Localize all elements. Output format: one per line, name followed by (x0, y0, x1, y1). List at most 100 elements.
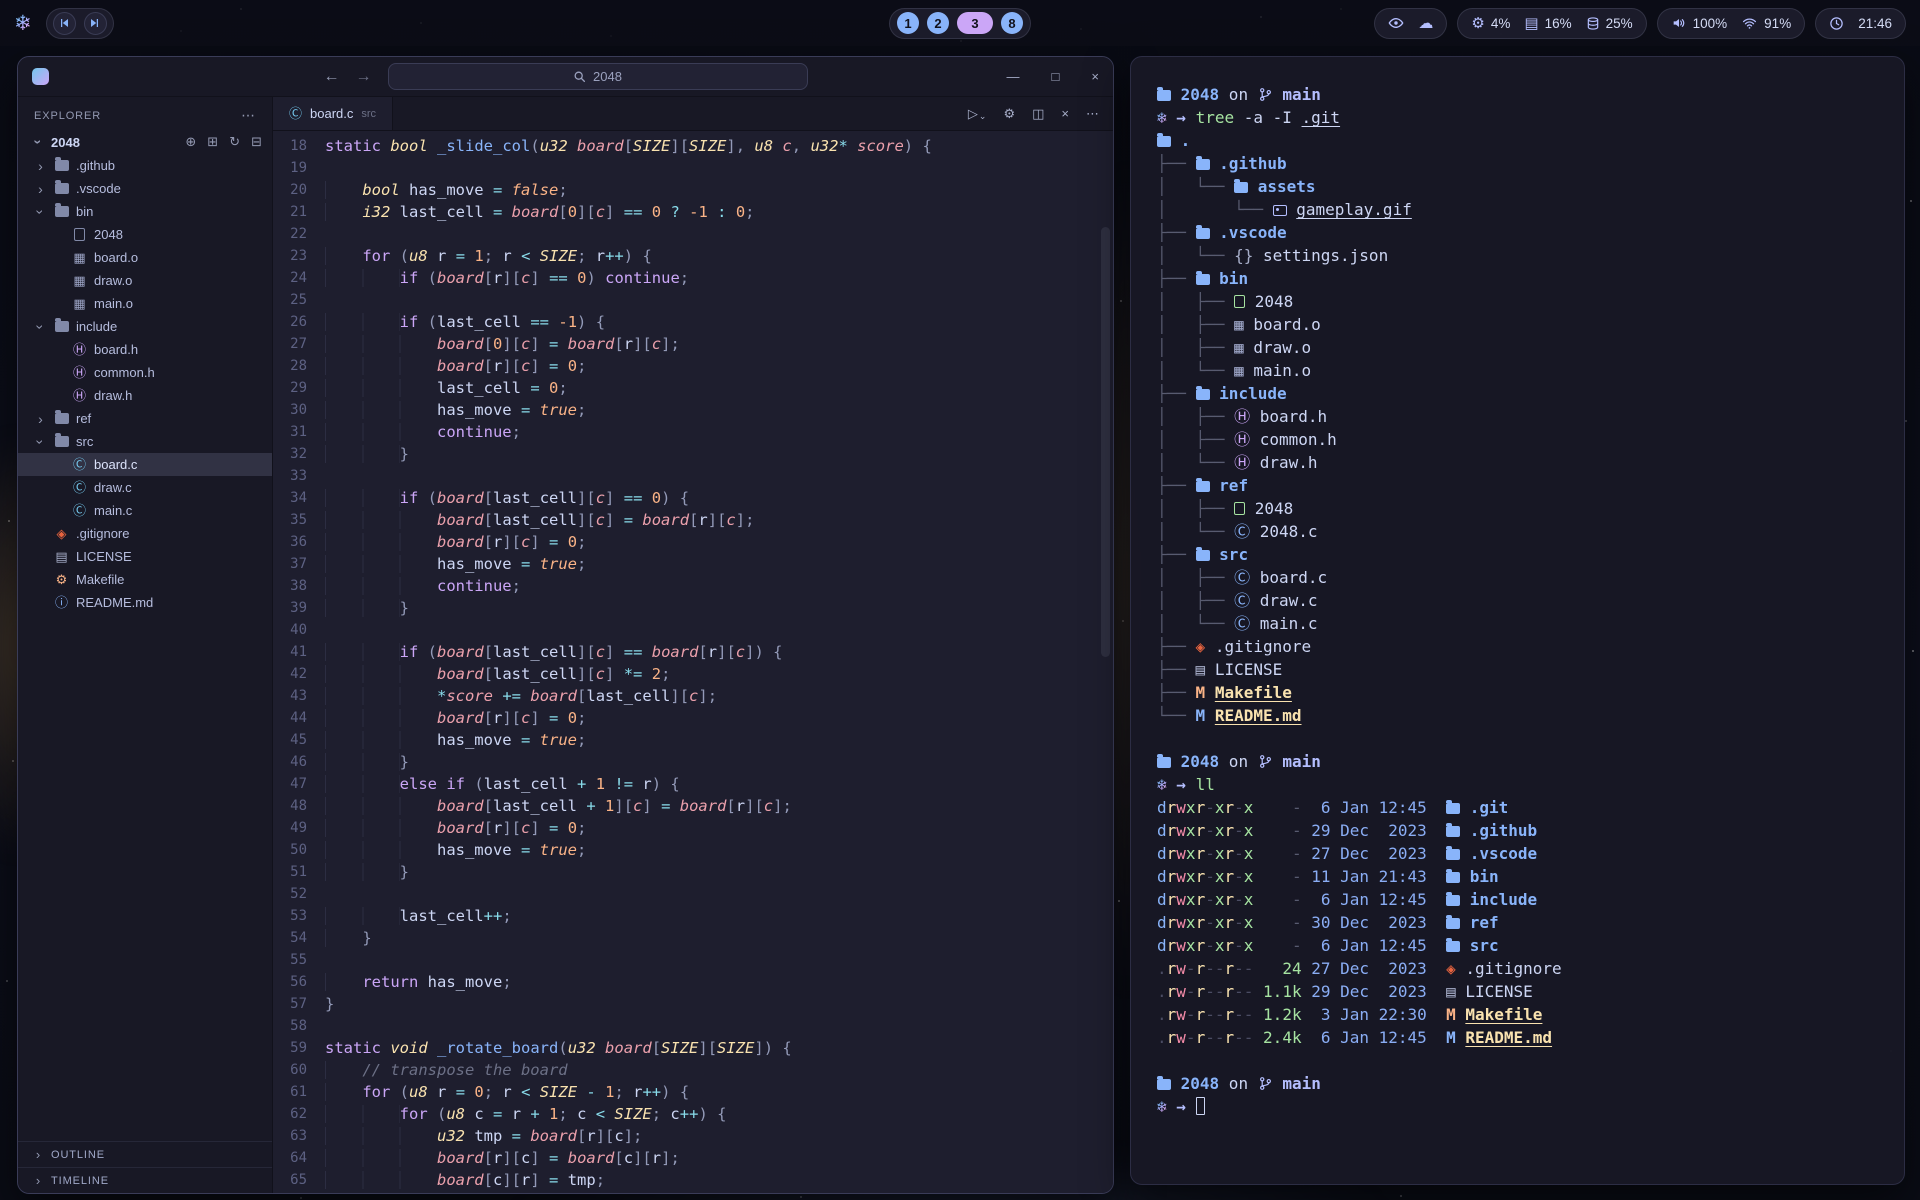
code-line[interactable]: 55 (273, 949, 1113, 971)
code-line[interactable]: 25 (273, 289, 1113, 311)
workspace-button-3[interactable]: 3 (957, 12, 993, 34)
code-line[interactable]: 42 board[last_cell][c] *= 2; (273, 663, 1113, 685)
code-line[interactable]: 41 if (board[last_cell][c] == board[r][c… (273, 641, 1113, 663)
code-line[interactable]: 57} (273, 993, 1113, 1015)
nav-back-icon[interactable]: ← (324, 68, 340, 86)
code-line[interactable]: 39 } (273, 597, 1113, 619)
code-line[interactable]: 23 for (u8 r = 1; r < SIZE; r++) { (273, 245, 1113, 267)
code-line[interactable]: 28 board[r][c] = 0; (273, 355, 1113, 377)
workspace-button-1[interactable]: 1 (897, 12, 919, 34)
explorer-item-main.c[interactable]: ›Ⓒmain.c (18, 499, 272, 522)
code-line[interactable]: 58 (273, 1015, 1113, 1037)
volume-stat[interactable]: 100% (1671, 15, 1728, 31)
code-line[interactable]: 62 for (u8 c = r + 1; c < SIZE; c++) { (273, 1103, 1113, 1125)
explorer-more-icon[interactable]: ⋯ (241, 107, 256, 124)
maximize-button[interactable]: □ (1052, 69, 1060, 84)
skip-forward-button[interactable] (84, 12, 107, 35)
code-line[interactable]: 54 } (273, 927, 1113, 949)
explorer-item-include[interactable]: ›include (18, 315, 272, 338)
code-line[interactable]: 50 has_move = true; (273, 839, 1113, 861)
code-line[interactable]: 24 if (board[r][c] == 0) continue; (273, 267, 1113, 289)
settings-icon[interactable]: ⚙ (1003, 106, 1015, 122)
refresh-button[interactable]: ↻ (229, 134, 240, 150)
clock-widget[interactable]: 21:46 (1815, 8, 1906, 39)
explorer-item-board.h[interactable]: ›Ⓗboard.h (18, 338, 272, 361)
code-line[interactable]: 53 last_cell++; (273, 905, 1113, 927)
terminal-window[interactable]: 2048 on main❄ → tree -a -I .git .├── .gi… (1130, 56, 1905, 1185)
app-logo-icon[interactable] (32, 68, 49, 85)
explorer-item-draw.c[interactable]: ›Ⓒdraw.c (18, 476, 272, 499)
outline-section[interactable]: › OUTLINE (18, 1141, 272, 1167)
explorer-root-folder[interactable]: › 2048 ⊕ ⊞ ↻ ⊟ (18, 130, 272, 154)
code-line[interactable]: 27 board[0][c] = board[r][c]; (273, 333, 1113, 355)
timeline-section[interactable]: › TIMELINE (18, 1167, 272, 1193)
eye-icon[interactable] (1388, 15, 1404, 31)
code-line[interactable]: 33 (273, 465, 1113, 487)
skip-back-button[interactable] (53, 12, 76, 35)
nixos-logo-icon[interactable]: ❄ (14, 13, 32, 34)
explorer-item-src[interactable]: ›src (18, 430, 272, 453)
code-area[interactable]: 18static bool _slide_col(u32 board[SIZE]… (273, 131, 1113, 1193)
code-line[interactable]: 18static bool _slide_col(u32 board[SIZE]… (273, 135, 1113, 157)
code-line[interactable]: 64 board[r][c] = board[c][r]; (273, 1147, 1113, 1169)
code-line[interactable]: 37 has_move = true; (273, 553, 1113, 575)
explorer-item-draw.h[interactable]: ›Ⓗdraw.h (18, 384, 272, 407)
code-line[interactable]: 26 if (last_cell == -1) { (273, 311, 1113, 333)
code-line[interactable]: 48 board[last_cell + 1][c] = board[r][c]… (273, 795, 1113, 817)
code-line[interactable]: 56 return has_move; (273, 971, 1113, 993)
explorer-item-Makefile[interactable]: ›⚙Makefile (18, 568, 272, 591)
nav-forward-icon[interactable]: → (356, 68, 372, 86)
split-editor-button[interactable]: ◫ (1032, 106, 1044, 122)
workspace-button-8[interactable]: 8 (1001, 12, 1023, 34)
code-line[interactable]: 35 board[last_cell][c] = board[r][c]; (273, 509, 1113, 531)
code-line[interactable]: 32 } (273, 443, 1113, 465)
explorer-item-board.o[interactable]: ›▦board.o (18, 246, 272, 269)
explorer-item-ref[interactable]: ›ref (18, 407, 272, 430)
code-line[interactable]: 49 board[r][c] = 0; (273, 817, 1113, 839)
code-line[interactable]: 61 for (u8 r = 0; r < SIZE - 1; r++) { (273, 1081, 1113, 1103)
command-center-search[interactable]: 2048 (388, 63, 808, 90)
idle-weather-widget[interactable]: ☁ (1374, 8, 1447, 39)
new-file-button[interactable]: ⊕ (185, 134, 196, 150)
editor-scrollbar[interactable] (1101, 227, 1110, 657)
explorer-item-LICENSE[interactable]: ›▤LICENSE (18, 545, 272, 568)
explorer-item-.vscode[interactable]: ›.vscode (18, 177, 272, 200)
code-line[interactable]: 44 board[r][c] = 0; (273, 707, 1113, 729)
code-line[interactable]: 63 u32 tmp = board[r][c]; (273, 1125, 1113, 1147)
code-line[interactable]: 30 has_move = true; (273, 399, 1113, 421)
explorer-item-2048[interactable]: ›2048 (18, 223, 272, 246)
explorer-item-.gitignore[interactable]: ›◈.gitignore (18, 522, 272, 545)
code-line[interactable]: 60 // transpose the board (273, 1059, 1113, 1081)
code-line[interactable]: 46 } (273, 751, 1113, 773)
explorer-item-common.h[interactable]: ›Ⓗcommon.h (18, 361, 272, 384)
new-folder-button[interactable]: ⊞ (207, 134, 218, 150)
code-line[interactable]: 40 (273, 619, 1113, 641)
more-actions-button[interactable]: ⋯ (1086, 106, 1099, 122)
close-editor-button[interactable]: × (1061, 106, 1069, 121)
code-line[interactable]: 59static void _rotate_board(u32 board[SI… (273, 1037, 1113, 1059)
code-line[interactable]: 65 board[c][r] = tmp; (273, 1169, 1113, 1191)
minimize-button[interactable]: — (1007, 69, 1020, 84)
code-line[interactable]: 43 *score += board[last_cell][c]; (273, 685, 1113, 707)
code-line[interactable]: 31 continue; (273, 421, 1113, 443)
explorer-item-board.c[interactable]: ›Ⓒboard.c (18, 453, 272, 476)
tab-board-c[interactable]: Ⓒ board.c src (273, 97, 393, 130)
explorer-item-bin[interactable]: ›bin (18, 200, 272, 223)
close-button[interactable]: × (1091, 69, 1099, 84)
code-line[interactable]: 29 last_cell = 0; (273, 377, 1113, 399)
code-line[interactable]: 38 continue; (273, 575, 1113, 597)
explorer-item-README.md[interactable]: ›ⓘREADME.md (18, 591, 272, 614)
wifi-stat[interactable]: 91% (1741, 16, 1791, 31)
code-line[interactable]: 45 has_move = true; (273, 729, 1113, 751)
run-button[interactable]: ▷ ⌄ (968, 106, 987, 122)
code-line[interactable]: 19 (273, 157, 1113, 179)
code-line[interactable]: 22 (273, 223, 1113, 245)
code-line[interactable]: 34 if (board[last_cell][c] == 0) { (273, 487, 1113, 509)
explorer-item-.github[interactable]: ›.github (18, 154, 272, 177)
collapse-all-button[interactable]: ⊟ (251, 134, 262, 150)
code-line[interactable]: 51 } (273, 861, 1113, 883)
code-line[interactable]: 47 else if (last_cell + 1 != r) { (273, 773, 1113, 795)
editor-titlebar[interactable]: ← → 2048 — □ × (18, 57, 1113, 97)
code-line[interactable]: 36 board[r][c] = 0; (273, 531, 1113, 553)
workspace-button-2[interactable]: 2 (927, 12, 949, 34)
